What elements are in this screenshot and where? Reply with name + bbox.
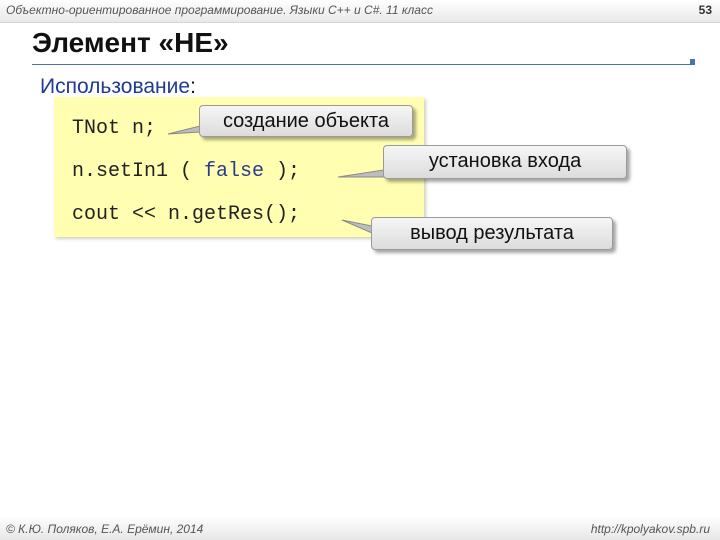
footer-authors: © К.Ю. Поляков, Е.А. Ерёмин, 2014 (6, 522, 204, 536)
code-keyword-false: false (204, 160, 265, 183)
pointer-create-object (167, 125, 201, 135)
callout-set-input: установка входа (383, 145, 627, 179)
code-line-set-input-suffix: ); (264, 160, 301, 183)
code-line-declare: TNot n; (72, 117, 157, 140)
callout-create-object: создание объекта (199, 105, 413, 137)
callout-pointers (167, 125, 385, 234)
code-line-set-input-prefix: n.setIn1 ( (72, 160, 205, 183)
code-line-output: cout << n.getRes(); (72, 203, 301, 226)
code-line-set-input: n.setIn1 ( false ); (72, 160, 300, 183)
footer-url[interactable]: http://kpolyakov.spb.ru (591, 522, 710, 536)
pointer-output-result (341, 219, 373, 234)
callout-output-result: вывод результата (371, 217, 613, 250)
pointer-set-input (337, 169, 385, 178)
